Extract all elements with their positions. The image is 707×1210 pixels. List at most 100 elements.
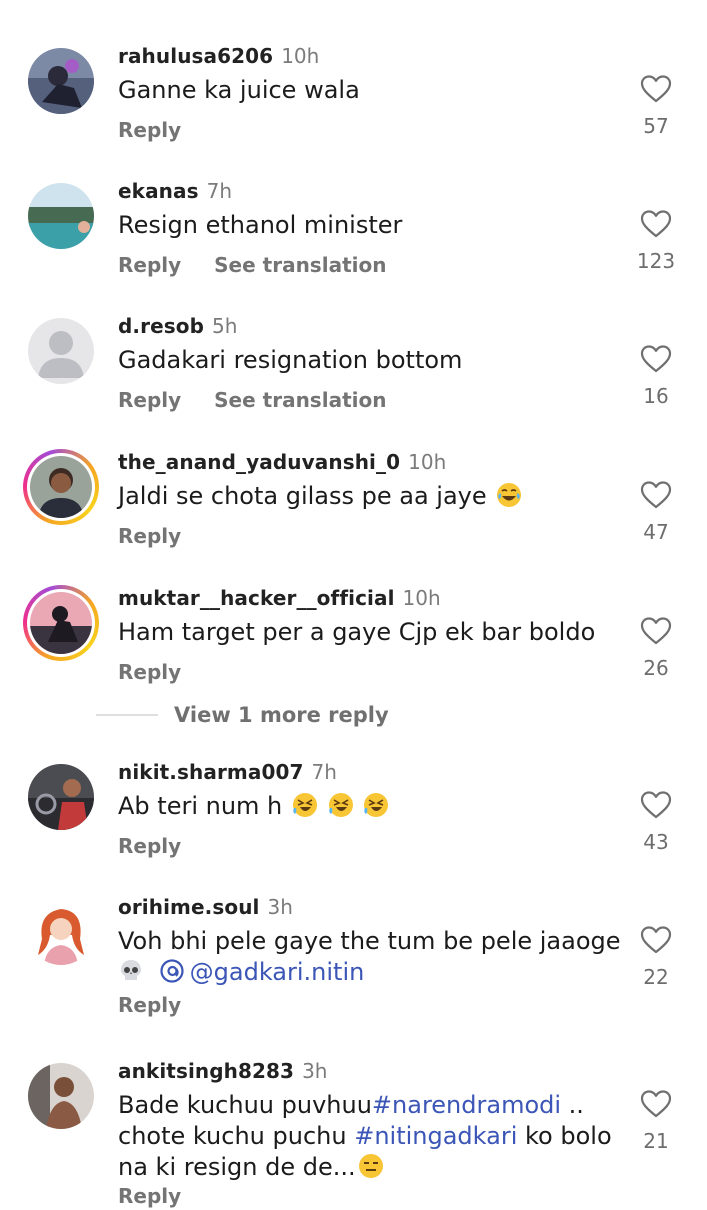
comment-actions: Reply xyxy=(118,116,207,144)
username[interactable]: ekanas xyxy=(118,179,199,203)
reply-button[interactable]: Reply xyxy=(118,253,181,277)
avatar[interactable] xyxy=(28,183,94,249)
default-avatar-icon xyxy=(28,318,94,384)
see-translation-button[interactable]: See translation xyxy=(214,253,386,277)
avatar[interactable] xyxy=(28,318,94,384)
comment-text-content: Jaldi se chota gilass pe aa jaye xyxy=(118,482,487,510)
username[interactable]: nikit.sharma007 xyxy=(118,760,304,784)
heart-outline-icon[interactable] xyxy=(640,344,672,374)
username[interactable]: orihime.soul xyxy=(118,895,260,919)
hashtag-link[interactable]: #nitingadkari xyxy=(354,1122,517,1150)
username[interactable]: d.resob xyxy=(118,314,204,338)
comment-item: muktar__hacker__official 10h Ham target p… xyxy=(0,582,707,702)
timestamp: 7h xyxy=(311,760,337,784)
reply-button[interactable]: Reply xyxy=(118,524,181,548)
username[interactable]: ankitsingh8283 xyxy=(118,1059,294,1083)
see-translation-button[interactable]: See translation xyxy=(214,388,386,412)
previous-comment-truncated xyxy=(112,0,174,4)
avatar-story-ring[interactable] xyxy=(23,449,99,525)
comment-text-part: chote kuchu puchu xyxy=(118,1122,355,1150)
comment-header: d.resob 5h xyxy=(118,312,237,340)
like-control: 21 xyxy=(633,1089,679,1161)
timestamp: 5h xyxy=(212,314,238,338)
like-count: 43 xyxy=(643,830,669,854)
avatar-image xyxy=(30,592,92,654)
comment-header: muktar__hacker__official 10h xyxy=(118,584,441,612)
avatar-image xyxy=(28,764,94,830)
comment-text-part: .. xyxy=(561,1091,584,1119)
like-count: 22 xyxy=(643,965,669,989)
like-count: 21 xyxy=(643,1129,669,1153)
skull-icon xyxy=(118,958,144,984)
view-more-replies[interactable]: View 1 more reply xyxy=(96,701,416,731)
like-control: 43 xyxy=(633,790,679,862)
comment-actions: Reply See translation xyxy=(118,251,412,279)
like-control: 123 xyxy=(633,209,679,281)
username[interactable]: the_anand_yaduvanshi_0 xyxy=(118,450,400,474)
comment-text: Gadakari resignation bottom xyxy=(118,346,463,374)
comment-text-part: ko bolo xyxy=(517,1122,612,1150)
comment-actions: Reply See translation xyxy=(118,386,412,414)
comment-header: the_anand_yaduvanshi_0 10h xyxy=(118,448,446,476)
comment-item: the_anand_yaduvanshi_0 10h Jaldi se chota… xyxy=(0,446,707,566)
heart-outline-icon[interactable] xyxy=(640,74,672,104)
divider-line xyxy=(96,714,158,716)
like-count: 47 xyxy=(643,520,669,544)
username[interactable]: muktar__hacker__official xyxy=(118,586,395,610)
reply-button[interactable]: Reply xyxy=(118,1182,181,1210)
username[interactable]: rahulusa6206 xyxy=(118,44,273,68)
reply-button[interactable]: Reply xyxy=(118,388,181,412)
like-control: 57 xyxy=(633,74,679,146)
mention-link[interactable]: @gadkari.nitin xyxy=(158,957,364,986)
heart-outline-icon[interactable] xyxy=(640,925,672,955)
heart-outline-icon[interactable] xyxy=(640,1089,672,1119)
timestamp: 10h xyxy=(402,586,441,610)
comment-text-part: na ki resign de de... xyxy=(118,1153,356,1181)
comment-text-content: Ab teri num h xyxy=(118,792,283,820)
face-with-tears-of-joy-icon xyxy=(496,482,522,508)
heart-outline-icon[interactable] xyxy=(640,616,672,646)
comment-text: Ham target per a gaye Cjp ek bar boldo xyxy=(118,618,596,646)
avatar xyxy=(27,589,95,657)
avatar[interactable] xyxy=(28,764,94,830)
avatar[interactable] xyxy=(28,899,94,965)
heart-outline-icon[interactable] xyxy=(640,790,672,820)
heart-outline-icon[interactable] xyxy=(640,480,672,510)
comment-text: Ganne ka juice wala xyxy=(118,76,360,104)
reply-button[interactable]: Reply xyxy=(118,834,181,858)
timestamp: 3h xyxy=(267,895,293,919)
reply-button[interactable]: Reply xyxy=(118,993,181,1017)
like-control: 26 xyxy=(633,616,679,688)
threads-icon xyxy=(158,957,186,985)
hashtag-link[interactable]: #narendramodi xyxy=(372,1091,561,1119)
expressionless-face-icon xyxy=(358,1153,384,1179)
like-count: 57 xyxy=(643,114,669,138)
timestamp: 10h xyxy=(281,44,320,68)
avatar-story-ring[interactable] xyxy=(23,585,99,661)
rolling-on-floor-laughing-icon xyxy=(363,792,389,818)
reply-button[interactable]: Reply xyxy=(118,118,181,142)
like-control: 47 xyxy=(633,480,679,552)
avatar xyxy=(27,453,95,521)
comment-text: Ab teri num h xyxy=(118,791,626,822)
avatar[interactable] xyxy=(28,1063,94,1129)
like-control: 22 xyxy=(633,925,679,997)
heart-outline-icon[interactable] xyxy=(640,209,672,239)
comment-actions: Reply xyxy=(118,991,207,1019)
comment-text: Bade kuchuu puvhuu#narendramodi .. chote… xyxy=(118,1090,626,1183)
avatar-image xyxy=(28,48,94,114)
timestamp: 3h xyxy=(302,1059,328,1083)
timestamp: 7h xyxy=(206,179,233,203)
avatar[interactable] xyxy=(28,48,94,114)
comment-item: nikit.sharma007 7h Ab teri num h Reply 4… xyxy=(0,756,707,876)
reply-button[interactable]: Reply xyxy=(118,660,181,684)
comment-actions: Reply xyxy=(118,522,207,550)
avatar-image xyxy=(28,1063,94,1129)
avatar-image xyxy=(30,456,92,518)
avatar-image xyxy=(28,183,94,249)
comment-text-part: Bade kuchuu puvhuu xyxy=(118,1091,372,1119)
comment-item: rahulusa6206 10h Ganne ka juice wala Repl… xyxy=(0,40,707,160)
like-count: 16 xyxy=(643,384,669,408)
timestamp: 10h xyxy=(408,450,447,474)
comment-header: ekanas 7h xyxy=(118,177,232,205)
